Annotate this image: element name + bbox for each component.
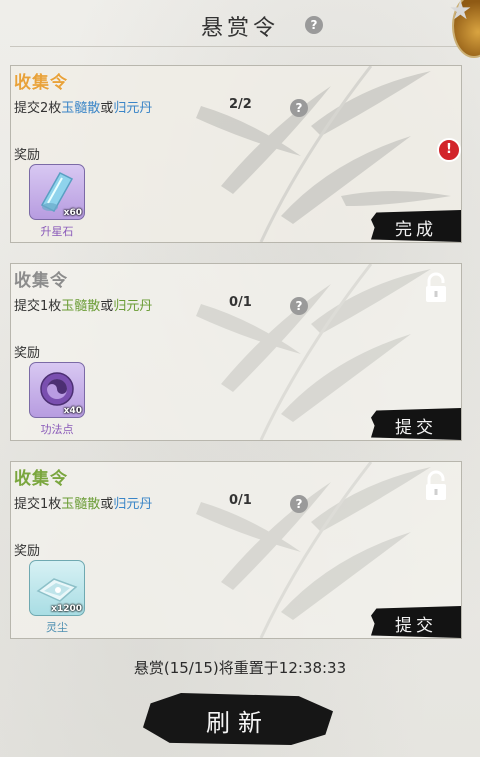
button-label: 完成 <box>395 220 437 240</box>
task-progress: 2/2 <box>229 97 252 112</box>
help-icon[interactable]: ? <box>290 297 308 315</box>
required-item-a[interactable]: 玉髓散 <box>61 299 100 314</box>
reward-item-slot[interactable]: x1200 <box>29 560 85 616</box>
page-title: 悬赏令 <box>200 16 279 41</box>
submit-button[interactable]: 提交 <box>371 606 461 638</box>
lock-icon <box>426 470 446 500</box>
requirement-conjunction: 或 <box>100 299 114 314</box>
requirement-prefix: 提交2枚 <box>14 101 62 116</box>
task-card: 收集令 提交2枚玉髓散或归元丹 2/2 ? 奖励 x60 升星石 完成 <box>10 65 462 243</box>
required-item-b[interactable]: 归元丹 <box>113 299 152 314</box>
required-item-b[interactable]: 归元丹 <box>113 497 152 512</box>
reward-quantity: x60 <box>63 208 82 218</box>
reset-countdown: 悬赏(15/15)将重置于12:38:33 <box>133 659 347 677</box>
alert-icon: ! <box>437 138 461 162</box>
reward-quantity: x1200 <box>51 604 82 614</box>
reward-quantity: x40 <box>63 406 82 416</box>
task-progress: 0/1 <box>229 493 252 508</box>
task-requirement: 提交1枚玉髓散或归元丹 <box>14 295 152 314</box>
task-requirement: 提交2枚玉髓散或归元丹 <box>14 97 152 116</box>
task-title: 收集令 <box>14 469 68 489</box>
requirement-conjunction: 或 <box>100 497 114 512</box>
reward-label: 奖励 <box>14 148 41 163</box>
task-title: 收集令 <box>14 271 68 291</box>
title-bar: 悬赏令 ? <box>0 0 480 48</box>
help-icon[interactable]: ? <box>290 99 308 117</box>
refresh-button[interactable]: 刷新 <box>143 693 333 745</box>
reward-item-slot[interactable]: x60 <box>29 164 85 220</box>
task-title: 收集令 <box>14 73 68 93</box>
button-label: 提交 <box>395 418 437 438</box>
required-item-b[interactable]: 归元丹 <box>113 101 152 116</box>
submit-button[interactable]: 提交 <box>371 408 461 440</box>
help-icon[interactable]: ? <box>290 495 308 513</box>
task-requirement: 提交1枚玉髓散或归元丹 <box>14 493 152 512</box>
reward-item-slot[interactable]: x40 <box>29 362 85 418</box>
refresh-label: 刷新 <box>206 709 270 737</box>
reward-name: 功法点 <box>40 423 74 436</box>
reward-label: 奖励 <box>14 544 41 559</box>
required-item-a[interactable]: 玉髓散 <box>61 101 100 116</box>
task-card: 收集令 提交1枚玉髓散或归元丹 0/1 ? 奖励 x1200 灵尘 提交 <box>10 461 462 639</box>
title-divider <box>10 46 470 47</box>
reward-name: 升星石 <box>40 225 74 238</box>
requirement-prefix: 提交1枚 <box>14 299 62 314</box>
requirement-conjunction: 或 <box>100 101 114 116</box>
lock-icon <box>426 272 446 302</box>
task-progress: 0/1 <box>229 295 252 310</box>
reward-name: 灵尘 <box>46 621 68 634</box>
help-icon[interactable]: ? <box>305 16 323 34</box>
button-label: 提交 <box>395 616 437 636</box>
required-item-a[interactable]: 玉髓散 <box>61 497 100 512</box>
requirement-prefix: 提交1枚 <box>14 497 62 512</box>
complete-button[interactable]: 完成 <box>371 210 461 242</box>
task-card: 收集令 提交1枚玉髓散或归元丹 0/1 ? 奖励 x40 功法点 提交 <box>10 263 462 441</box>
corner-star-icon: ★ <box>448 0 472 26</box>
reward-label: 奖励 <box>14 346 41 361</box>
